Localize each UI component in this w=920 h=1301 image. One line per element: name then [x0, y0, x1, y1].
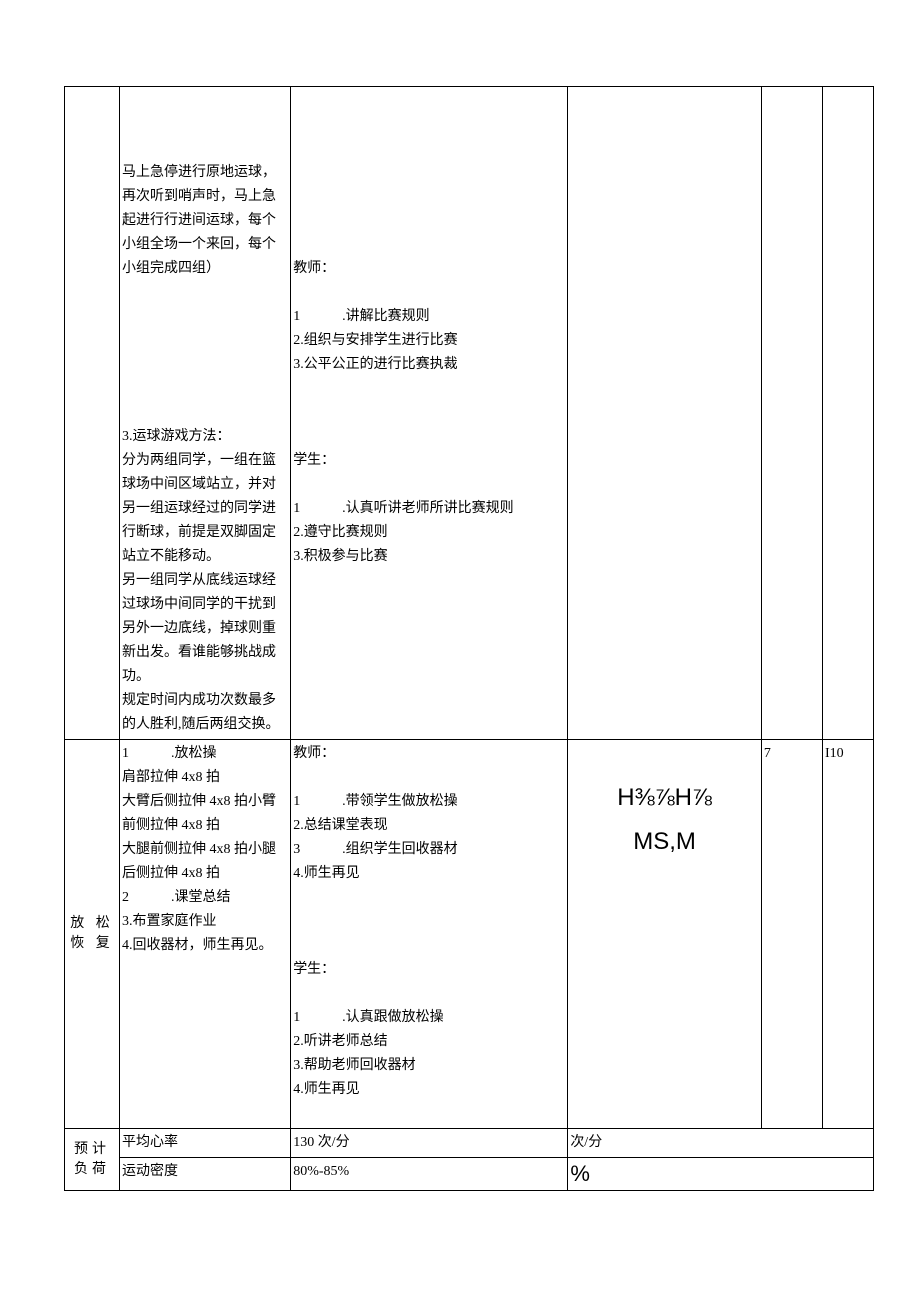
section-label-relax: 放 松 恢 复: [65, 740, 120, 1129]
metric-value: 130 次/分: [293, 1135, 349, 1150]
list-item: 2.遵守比赛规则: [293, 521, 565, 545]
metric-value: 80%-85%: [293, 1164, 349, 1179]
list-item: 2.组织与安排学生进行比赛: [293, 329, 565, 353]
metric-value-cell: 130 次/分: [291, 1129, 568, 1158]
metric-unit-cell: 次/分: [568, 1129, 874, 1158]
metric-value-cell: 80%-85%: [291, 1158, 568, 1191]
activity-paragraph: 马上急停进行原地运球，再次听到哨声时，马上急起进行行进间运球，每个小组全场一个来…: [122, 161, 288, 281]
list-item: 大腿前侧拉伸 4x8 拍小腿后侧拉伸 4x8 拍: [122, 838, 288, 886]
list-item: 肩部拉伸 4x8 拍: [122, 766, 288, 790]
activity-paragraph: 分为两组同学，一组在篮球场中间区域站立，并对另一组运球经过的同学进行断球，前提是…: [122, 449, 288, 737]
metric-unit: 次/分: [570, 1135, 602, 1150]
list-item: 2 .课堂总结: [122, 886, 288, 910]
list-item: 3.帮助老师回收器材: [293, 1054, 565, 1078]
list-item: 1 .认真听讲老师所讲比赛规则: [293, 497, 565, 521]
list-item: 1 .讲解比赛规则: [293, 305, 565, 329]
list-item: 3 .组织学生回收器材: [293, 838, 565, 862]
intensity-cell: I10: [823, 740, 874, 1129]
list-item: 3.布置家庭作业: [122, 910, 288, 934]
list-item: 4.回收器材，师生再见。: [122, 934, 288, 958]
diagram-cell-empty: [568, 87, 762, 740]
list-item: 4.师生再见: [293, 862, 565, 886]
relax-content-cell: 1 .放松操 肩部拉伸 4x8 拍 大臂后侧拉伸 4x8 拍小臂前侧拉伸 4x8…: [120, 740, 291, 1129]
teacher-label: 教师：: [293, 742, 565, 766]
metric-unit-cell: %: [568, 1158, 874, 1191]
list-item: 4.师生再见: [293, 1078, 565, 1102]
teacher-label: 教师：: [293, 257, 565, 281]
section-label-text: 预计负荷: [67, 1140, 117, 1180]
table-row: 预计负荷 平均心率 130 次/分 次/分: [65, 1129, 874, 1158]
section-label-text: 放 松 恢 复: [70, 914, 114, 954]
metric-name-cell: 运动密度: [120, 1158, 291, 1191]
time-value: 7: [764, 746, 771, 761]
activity-subtitle: 3.运球游戏方法：: [122, 425, 288, 449]
formation-diagram-cell: H⅜⅞H⅞ MS,M: [568, 740, 762, 1129]
formation-text: H⅜⅞H⅞ MS,M: [570, 776, 759, 864]
time-cell: 7: [761, 740, 822, 1129]
list-item: 1 .带领学生做放松操: [293, 790, 565, 814]
table-row: 运动密度 80%-85% %: [65, 1158, 874, 1191]
document-page: 马上急停进行原地运球，再次听到哨声时，马上急起进行行进间运球，每个小组全场一个来…: [0, 0, 920, 1231]
list-item: 3.积极参与比赛: [293, 545, 565, 569]
activity-content-cell: 马上急停进行原地运球，再次听到哨声时，马上急起进行行进间运球，每个小组全场一个来…: [120, 87, 291, 740]
table-row: 马上急停进行原地运球，再次听到哨声时，马上急起进行行进间运球，每个小组全场一个来…: [65, 87, 874, 740]
relax-teacher-student-cell: 教师： 1 .带领学生做放松操 2.总结课堂表现 3 .组织学生回收器材 4.师…: [291, 740, 568, 1129]
metric-name-cell: 平均心率: [120, 1129, 291, 1158]
list-item: 3.公平公正的进行比赛执裁: [293, 353, 565, 377]
student-label: 学生：: [293, 958, 565, 982]
table-row: 放 松 恢 复 1 .放松操 肩部拉伸 4x8 拍 大臂后侧拉伸 4x8 拍小臂…: [65, 740, 874, 1129]
metric-name: 运动密度: [122, 1164, 178, 1179]
list-item: 1 .放松操: [122, 742, 288, 766]
intensity-value: I10: [825, 746, 844, 761]
teacher-student-cell: 教师： 1 .讲解比赛规则 2.组织与安排学生进行比赛 3.公平公正的进行比赛执…: [291, 87, 568, 740]
metric-unit: %: [570, 1161, 590, 1186]
lesson-plan-table: 马上急停进行原地运球，再次听到哨声时，马上急起进行行进间运球，每个小组全场一个来…: [64, 86, 874, 1191]
intensity-cell-empty: [823, 87, 874, 740]
section-label-load: 预计负荷: [65, 1129, 120, 1191]
list-item: 2.总结课堂表现: [293, 814, 565, 838]
time-cell-empty: [761, 87, 822, 740]
list-item: 1 .认真跟做放松操: [293, 1006, 565, 1030]
section-label-empty: [65, 87, 120, 740]
list-item: 大臂后侧拉伸 4x8 拍小臂前侧拉伸 4x8 拍: [122, 790, 288, 838]
metric-name: 平均心率: [122, 1135, 178, 1150]
list-item: 2.听讲老师总结: [293, 1030, 565, 1054]
student-label: 学生：: [293, 449, 565, 473]
